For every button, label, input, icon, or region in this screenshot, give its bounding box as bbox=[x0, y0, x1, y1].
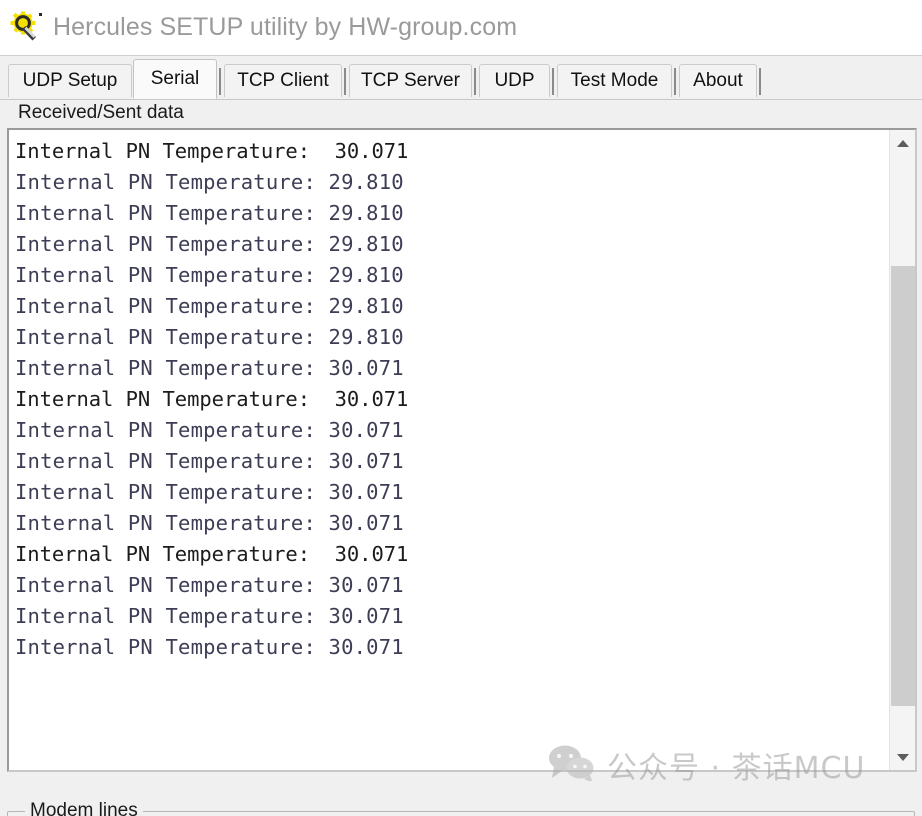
scrollbar-thumb[interactable] bbox=[891, 266, 915, 706]
tab-bar: UDP Setup Serial TCP Client TCP Server U… bbox=[0, 56, 922, 100]
chevron-up-icon bbox=[897, 139, 909, 147]
tab-udp-setup[interactable]: UDP Setup bbox=[8, 64, 132, 97]
console-line: Internal PN Temperature: 30.071 bbox=[15, 449, 404, 473]
console-line: Internal PN Temperature: 29.810 bbox=[15, 201, 404, 225]
console-line: Internal PN Temperature: 30.071 bbox=[15, 387, 409, 411]
tab-serial[interactable]: Serial bbox=[133, 59, 217, 99]
console-output[interactable]: Internal PN Temperature: 30.071 Internal … bbox=[9, 130, 889, 770]
tab-separator bbox=[219, 68, 221, 95]
received-sent-frame: Internal PN Temperature: 30.071 Internal … bbox=[7, 128, 917, 772]
tab-label: Test Mode bbox=[570, 70, 659, 91]
console-line: Internal PN Temperature: 30.071 bbox=[15, 511, 404, 535]
tab-about[interactable]: About bbox=[679, 64, 757, 97]
tab-label: UDP Setup bbox=[22, 70, 118, 91]
tab-separator bbox=[474, 68, 476, 95]
received-sent-legend: Received/Sent data bbox=[15, 102, 187, 124]
chevron-down-icon bbox=[897, 753, 909, 761]
modem-lines-border bbox=[7, 811, 915, 816]
console-line: Internal PN Temperature: 29.810 bbox=[15, 170, 404, 194]
serial-panel: Received/Sent data Internal PN Temperatu… bbox=[0, 99, 922, 816]
console-line: Internal PN Temperature: 30.071 bbox=[15, 542, 409, 566]
console-line: Internal PN Temperature: 29.810 bbox=[15, 325, 404, 349]
tab-udp[interactable]: UDP bbox=[479, 64, 550, 97]
tab-separator bbox=[552, 68, 554, 95]
modem-lines-group: Modem lines CD RI DSR bbox=[7, 800, 915, 816]
tab-label: About bbox=[693, 70, 743, 91]
window-body: UDP Setup Serial TCP Client TCP Server U… bbox=[0, 55, 922, 816]
title-bar: Hercules SETUP utility by HW-group.com bbox=[0, 0, 922, 55]
tab-label: UDP bbox=[494, 70, 535, 91]
console-line: Internal PN Temperature: 30.071 bbox=[15, 356, 404, 380]
scroll-down-button[interactable] bbox=[890, 744, 915, 770]
console-line: Internal PN Temperature: 30.071 bbox=[15, 604, 404, 628]
console-line: Internal PN Temperature: 30.071 bbox=[15, 139, 409, 163]
console-scrollbar[interactable] bbox=[889, 130, 915, 770]
tab-tcp-server[interactable]: TCP Server bbox=[349, 64, 472, 97]
received-sent-group: Received/Sent data Internal PN Temperatu… bbox=[7, 102, 917, 792]
tab-tcp-client[interactable]: TCP Client bbox=[224, 64, 342, 97]
console-line: Internal PN Temperature: 30.071 bbox=[15, 418, 404, 442]
console-line: Internal PN Temperature: 29.810 bbox=[15, 232, 404, 256]
tab-label: TCP Server bbox=[361, 70, 460, 91]
modem-lines-legend: Modem lines bbox=[25, 800, 143, 816]
tab-label: TCP Client bbox=[237, 70, 329, 91]
tab-label: Serial bbox=[150, 68, 200, 89]
console-line: Internal PN Temperature: 29.810 bbox=[15, 294, 404, 318]
tab-separator bbox=[674, 68, 676, 95]
scroll-up-button[interactable] bbox=[890, 130, 915, 156]
tab-separator bbox=[344, 68, 346, 95]
console-line: Internal PN Temperature: 30.071 bbox=[15, 480, 404, 504]
console-line: Internal PN Temperature: 30.071 bbox=[15, 635, 404, 659]
window-title: Hercules SETUP utility by HW-group.com bbox=[53, 13, 518, 41]
gear-wrench-icon bbox=[9, 10, 45, 46]
console-line: Internal PN Temperature: 29.810 bbox=[15, 263, 404, 287]
tab-test-mode[interactable]: Test Mode bbox=[557, 64, 672, 97]
hercules-window: Hercules SETUP utility by HW-group.com U… bbox=[0, 0, 922, 816]
tab-separator bbox=[759, 68, 761, 95]
console-line: Internal PN Temperature: 30.071 bbox=[15, 573, 404, 597]
